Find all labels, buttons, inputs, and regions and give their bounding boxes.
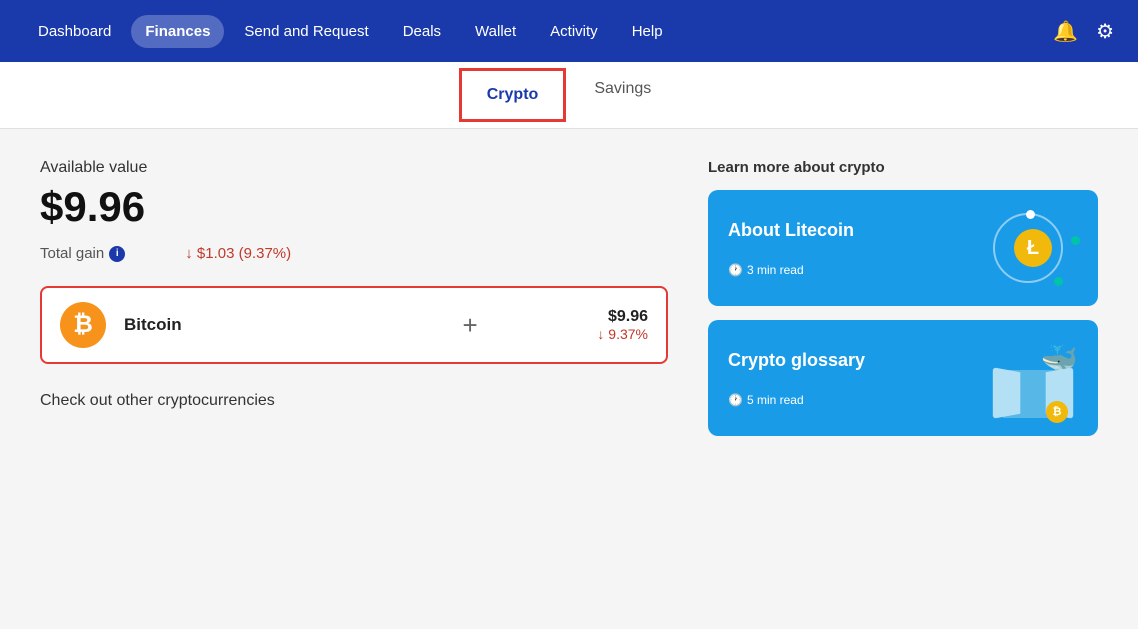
available-value-label: Available value: [40, 159, 668, 177]
litecoin-card-time: 🕐 3 min read: [728, 263, 854, 277]
coin-values: $9.96 ↓ 9.37%: [597, 308, 648, 342]
nav-item-send-request[interactable]: Send and Request: [230, 15, 382, 48]
main-content: Available value $9.96 Total gain i ↓ $1.…: [0, 129, 1138, 629]
coin-name: Bitcoin: [124, 315, 343, 335]
litecoin-illustration: Ł: [988, 208, 1078, 288]
litecoin-card-text: About Litecoin 🕐 3 min read: [728, 220, 854, 277]
nav-items: Dashboard Finances Send and Request Deal…: [24, 15, 1053, 48]
available-value-amount: $9.96: [40, 183, 668, 231]
settings-icon[interactable]: ⚙: [1096, 19, 1114, 44]
ltc-dot-3: [1054, 277, 1063, 286]
nav-item-help[interactable]: Help: [618, 15, 677, 48]
glossary-card-title: Crypto glossary: [728, 350, 865, 371]
crypto-glossary-card[interactable]: Crypto glossary 🕐 5 min read 🐳 ₿: [708, 320, 1098, 436]
total-gain-label: Total gain i: [40, 245, 125, 262]
coin-usd-value: $9.96: [597, 308, 648, 326]
subtab-bar: Crypto Savings: [0, 62, 1138, 129]
tab-crypto[interactable]: Crypto: [459, 68, 567, 122]
bitcoin-icon: ₿: [60, 302, 106, 348]
book-illustration: 🐳 ₿: [988, 338, 1078, 418]
nav-item-deals[interactable]: Deals: [389, 15, 455, 48]
ltc-dot-2: [1071, 236, 1080, 245]
add-coin-button[interactable]: +: [361, 310, 580, 341]
clock-icon: 🕐: [728, 263, 743, 277]
about-litecoin-card[interactable]: About Litecoin 🕐 3 min read Ł: [708, 190, 1098, 306]
ltc-coin: Ł: [1014, 229, 1052, 267]
nav-item-finances[interactable]: Finances: [131, 15, 224, 48]
nav-icon-group: 🔔 ⚙: [1053, 19, 1114, 44]
nav-item-wallet[interactable]: Wallet: [461, 15, 530, 48]
learn-label: Learn more about crypto: [708, 159, 1098, 176]
bitcoin-row[interactable]: ₿ Bitcoin + $9.96 ↓ 9.37%: [40, 286, 668, 364]
book-coin: ₿: [1046, 401, 1068, 423]
tab-savings[interactable]: Savings: [566, 62, 679, 128]
info-icon[interactable]: i: [109, 246, 125, 262]
total-gain-row: Total gain i ↓ $1.03 (9.37%): [40, 245, 668, 262]
book-page-left: [993, 367, 1020, 418]
glossary-card-time: 🕐 5 min read: [728, 393, 865, 407]
clock-icon-2: 🕐: [728, 393, 743, 407]
left-panel: Available value $9.96 Total gain i ↓ $1.…: [40, 159, 668, 609]
glossary-card-text: Crypto glossary 🕐 5 min read: [728, 350, 865, 407]
navbar: Dashboard Finances Send and Request Deal…: [0, 0, 1138, 62]
nav-item-dashboard[interactable]: Dashboard: [24, 15, 125, 48]
total-gain-text: Total gain: [40, 245, 104, 262]
book-body: ₿: [1003, 370, 1063, 418]
total-gain-value: ↓ $1.03 (9.37%): [185, 245, 291, 262]
check-other-cryptos: Check out other cryptocurrencies: [40, 392, 668, 410]
nav-item-activity[interactable]: Activity: [536, 15, 612, 48]
litecoin-card-title: About Litecoin: [728, 220, 854, 241]
coin-pct-value: ↓ 9.37%: [597, 326, 648, 342]
ltc-dot-1: [1026, 210, 1035, 219]
right-panel: Learn more about crypto About Litecoin 🕐…: [708, 159, 1098, 609]
notification-icon[interactable]: 🔔: [1053, 19, 1078, 44]
